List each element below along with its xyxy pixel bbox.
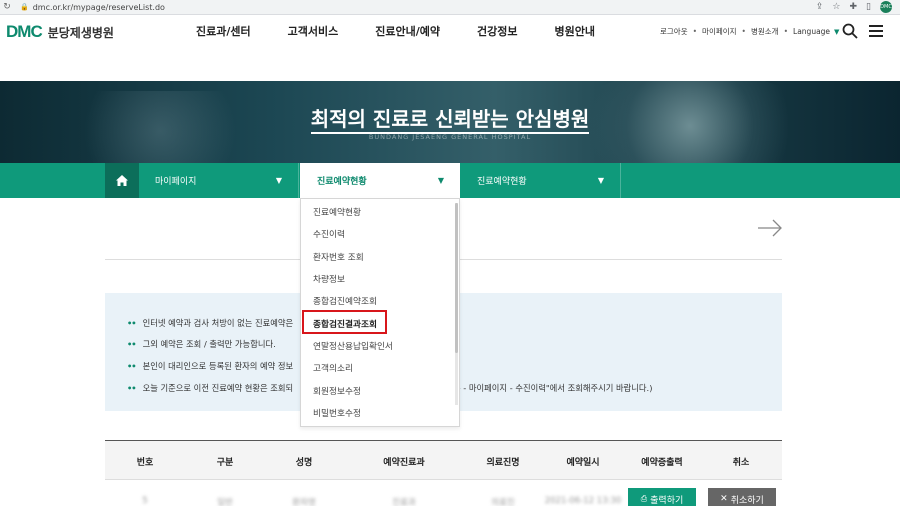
- logout-link[interactable]: 로그아웃: [660, 26, 688, 37]
- banner-title: 최적의 진료로 신뢰받는 안심병원: [0, 103, 900, 134]
- site-logo[interactable]: DMC 분당제생병원: [6, 22, 114, 42]
- notice-line: •• 본인이 대리인으로 등록된 환자의 예약 정보: [127, 361, 294, 371]
- utility-links: 로그아웃 • 마이페이지 • 병원소개 • Language ▼: [660, 26, 839, 37]
- separator-dot: •: [783, 27, 789, 36]
- dropdown-item-patient-number[interactable]: 환자번호 조회: [313, 250, 364, 263]
- nav-item-departments[interactable]: 진료과/센터: [196, 23, 251, 39]
- col-header-type: 구분: [216, 458, 234, 468]
- printer-icon: ⎙: [640, 494, 648, 503]
- location-level2-label: 진료예약현황: [317, 177, 367, 187]
- col-header-print: 예약증출력: [641, 458, 683, 468]
- mypage-link[interactable]: 마이페이지: [702, 26, 737, 37]
- row-datetime: 2021-06-12 13:30: [544, 496, 622, 506]
- cancel-reservation-button[interactable]: ✕ 취소하기: [708, 488, 776, 506]
- dropdown-item-reservation-status[interactable]: 진료예약현황: [313, 205, 361, 218]
- triangle-down-icon: ▼: [275, 176, 282, 185]
- notice-line: •• 인터넷 예약과 검사 처방이 없는 진료예약은: [127, 318, 294, 328]
- dropdown-item-edit-member-info[interactable]: 회원정보수정: [313, 384, 361, 397]
- logo-mark: DMC: [6, 22, 43, 41]
- location-level3-label: 진료예약현황: [477, 177, 527, 187]
- banner-subtitle: BUNDANG JESAENG GENERAL HOSPITAL: [368, 133, 532, 141]
- print-button-label: 출력하기: [650, 495, 684, 506]
- row-number: 5: [142, 496, 148, 506]
- triangle-down-icon: ▼: [597, 176, 604, 185]
- nav-item-about[interactable]: 병원안내: [554, 23, 594, 39]
- row-department: 진료과: [392, 498, 416, 506]
- sidepanel-icon[interactable]: ▯: [866, 2, 871, 12]
- search-icon[interactable]: [842, 23, 858, 39]
- col-header-department: 예약진료과: [383, 458, 425, 468]
- dropdown-scrollbar-thumb[interactable]: [455, 203, 458, 353]
- dropdown-item-vehicle-info[interactable]: 차량정보: [313, 272, 345, 285]
- dropdown-item-change-password[interactable]: 비밀번호수정: [313, 406, 361, 419]
- lock-icon: 🔒: [20, 3, 29, 11]
- home-icon: [116, 175, 128, 186]
- nav-item-reservation[interactable]: 진료안내/예약: [375, 23, 440, 39]
- home-button[interactable]: [105, 163, 139, 198]
- reload-icon[interactable]: ↻: [0, 2, 14, 12]
- hero-banner: 최적의 진료로 신뢰받는 안심병원 BUNDANG JESAENG GENERA…: [0, 81, 900, 163]
- address-bar[interactable]: 🔒 dmc.or.kr/mypage/reserveList.do: [20, 3, 816, 12]
- location-level1-select[interactable]: 마이페이지 ▼: [139, 163, 299, 198]
- col-header-datetime: 예약일시: [566, 458, 600, 468]
- language-link[interactable]: Language: [793, 27, 830, 36]
- col-header-cancel: 취소: [732, 458, 750, 468]
- caret-down-icon[interactable]: ▼: [834, 28, 839, 36]
- arrow-right-icon[interactable]: [758, 219, 782, 237]
- main-nav: 진료과/센터 고객서비스 진료안내/예약 건강정보 병원안내: [196, 23, 632, 39]
- row-name: 환자명: [292, 498, 316, 506]
- about-link[interactable]: 병원소개: [751, 26, 779, 37]
- location-level2-select[interactable]: 진료예약현황 ▼: [300, 163, 460, 198]
- close-icon: ✕: [720, 494, 728, 504]
- table-header: 번호 구분 성명 예약진료과 의료진명 예약일시 예약증출력 취소: [105, 440, 782, 480]
- col-header-number: 번호: [136, 458, 154, 468]
- separator-dot: •: [692, 27, 698, 36]
- hamburger-menu-icon[interactable]: [869, 25, 883, 37]
- notice-line: •• 그외 예약은 조회 / 출력만 가능합니다.: [127, 339, 276, 349]
- row-type: 일반: [217, 498, 233, 506]
- dropdown-item-checkup-reservation[interactable]: 종합검진예약조회: [313, 294, 377, 307]
- cancel-button-label: 취소하기: [730, 495, 764, 506]
- extensions-icon[interactable]: ✚: [850, 2, 858, 12]
- profile-avatar[interactable]: DMC: [880, 1, 892, 13]
- url-text: dmc.or.kr/mypage/reserveList.do: [32, 2, 165, 12]
- print-button[interactable]: ⎙ 출력하기: [628, 488, 696, 506]
- col-header-doctor: 의료진명: [486, 458, 520, 468]
- share-icon[interactable]: ⇪: [816, 2, 824, 12]
- triangle-down-icon: ▼: [437, 176, 444, 185]
- dropdown-item-customer-voice[interactable]: 고객의소리: [313, 361, 353, 374]
- nav-item-health-info[interactable]: 건강정보: [477, 23, 517, 39]
- location-level3-select[interactable]: 진료예약현황 ▼: [461, 163, 621, 198]
- logo-name: 분당제생병원: [47, 25, 114, 40]
- notice-line: •• 오늘 기준으로 이전 진료예약 현황은 조회되: [127, 383, 294, 393]
- row-doctor: 의료진: [491, 498, 515, 506]
- nav-item-customer-service[interactable]: 고객서비스: [288, 23, 339, 39]
- dropdown-item-visit-history[interactable]: 수진이력: [313, 227, 345, 240]
- browser-toolbar: ↻ 🔒 dmc.or.kr/mypage/reserveList.do ⇪ ☆ …: [0, 0, 900, 15]
- separator-dot: •: [741, 27, 746, 36]
- dropdown-item-tax-receipt[interactable]: 연말정산용납입확인서: [313, 339, 393, 352]
- notice-line-continuation: 는 - 마이페이지 - 수진이력"에서 조회해주시기 바랍니다.): [453, 383, 653, 393]
- highlight-box: [302, 310, 387, 334]
- bookmark-star-icon[interactable]: ☆: [832, 2, 840, 12]
- col-header-name: 성명: [295, 458, 313, 468]
- location-level1-label: 마이페이지: [155, 177, 197, 187]
